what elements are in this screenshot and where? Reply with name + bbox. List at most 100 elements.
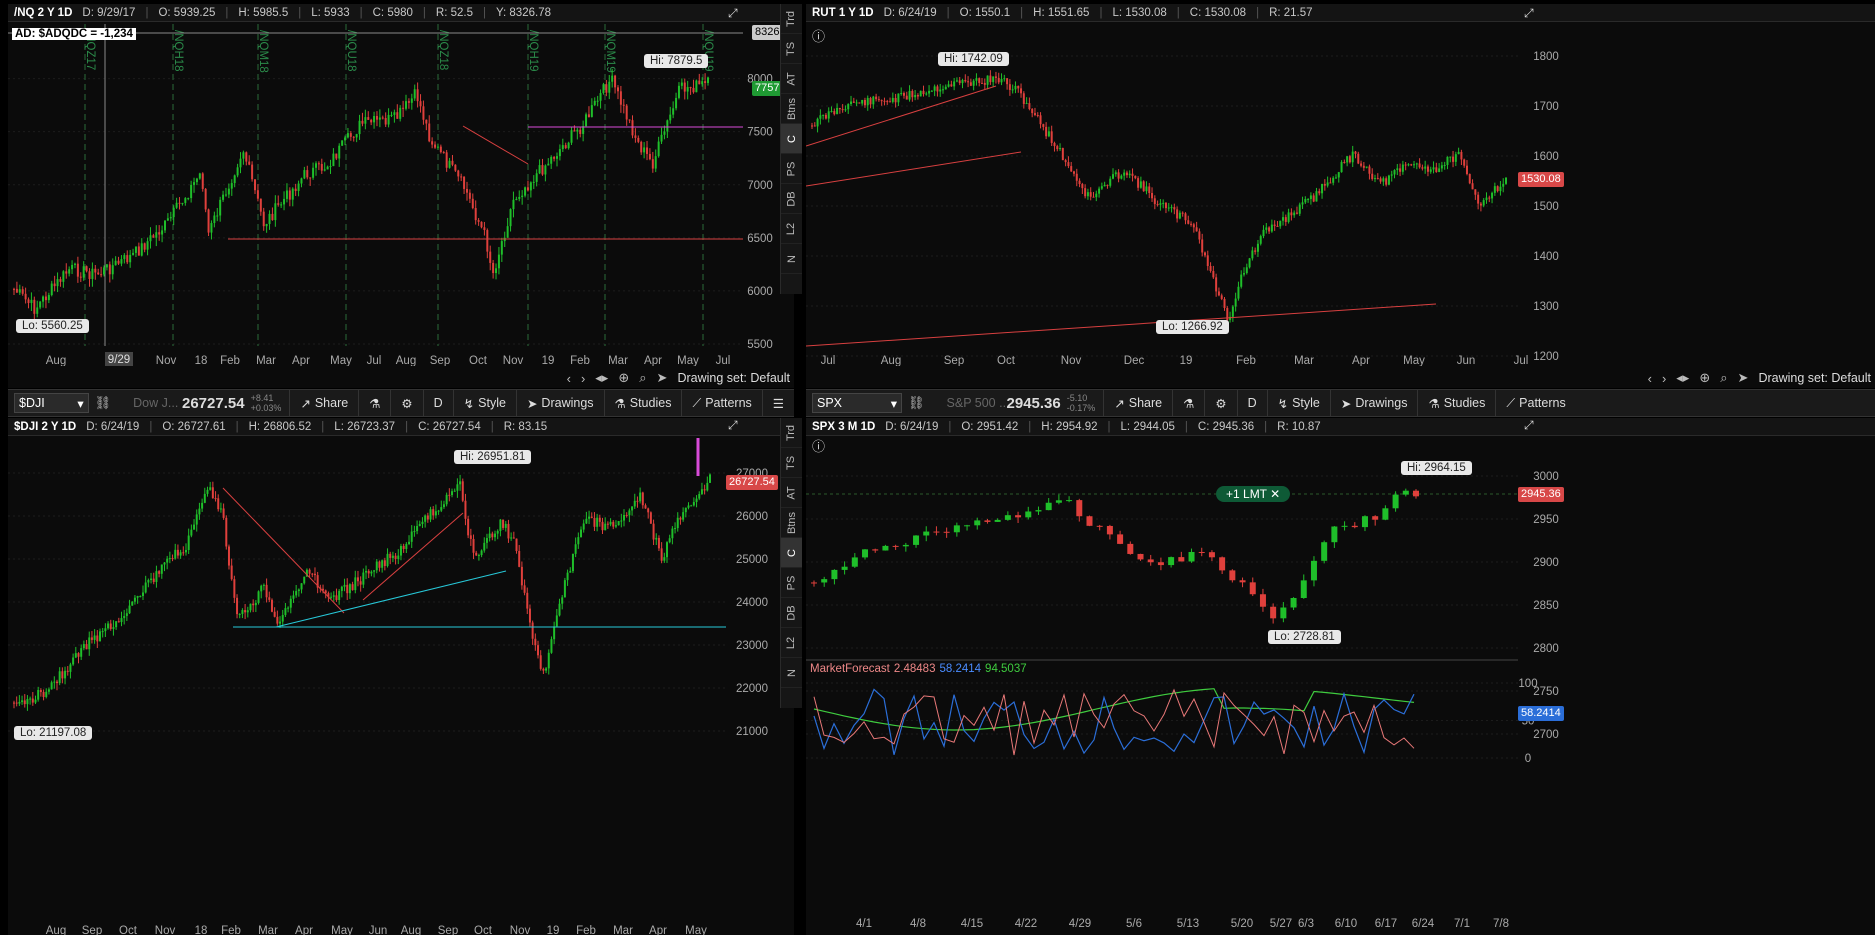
candle bbox=[641, 492, 644, 506]
crosshair-icon[interactable]: ⊕ bbox=[618, 370, 629, 386]
candle bbox=[31, 698, 34, 703]
pointer-icon[interactable]: ➤ bbox=[1738, 370, 1749, 386]
side-tab-ps[interactable]: PS bbox=[781, 154, 802, 184]
link-icon[interactable]: ⛓ bbox=[95, 395, 112, 411]
candle bbox=[1028, 103, 1031, 110]
candle bbox=[174, 549, 177, 559]
chevron-down-icon[interactable]: ▾ bbox=[891, 396, 897, 411]
side-tab-db[interactable]: DB bbox=[781, 598, 802, 628]
candle bbox=[354, 577, 357, 591]
candle bbox=[1415, 163, 1418, 165]
dji-flask-button[interactable]: ⚗ bbox=[358, 390, 390, 416]
candle bbox=[682, 512, 685, 520]
dji-patterns-button[interactable]: ⟋ Patterns bbox=[681, 390, 761, 416]
candle bbox=[606, 523, 609, 525]
candle bbox=[866, 98, 869, 106]
dji-symbol-input[interactable]: $DJI ▾ bbox=[14, 393, 89, 413]
dji-style-button[interactable]: ↯ Style bbox=[452, 390, 516, 416]
spx-price-chart[interactable]: 305030002950290028502800275027001005004/… bbox=[806, 438, 1875, 935]
side-tab-ts[interactable]: TS bbox=[781, 34, 802, 64]
dji-drawings-button[interactable]: ➤ Drawings bbox=[515, 390, 604, 416]
chevron-down-icon[interactable]: ▾ bbox=[77, 396, 83, 411]
spx-expand-icon[interactable]: ⤢ bbox=[1524, 418, 1534, 433]
candle bbox=[141, 592, 144, 597]
dji-expand-icon[interactable]: ⤢ bbox=[728, 418, 738, 433]
candle bbox=[137, 246, 140, 256]
nq-expand-icon[interactable]: ⤢ bbox=[728, 6, 738, 21]
zoom-icon[interactable]: ⌕ bbox=[1720, 370, 1727, 386]
candle bbox=[472, 538, 475, 553]
candle bbox=[1293, 212, 1296, 216]
y-tick-label: 2850 bbox=[1533, 600, 1559, 612]
candle bbox=[547, 163, 550, 166]
spx-drawings-button[interactable]: ➤ Drawings bbox=[1329, 390, 1418, 416]
candle bbox=[442, 504, 445, 508]
side-tab-at[interactable]: AT bbox=[781, 478, 802, 508]
spx-flask-button[interactable]: ⚗ bbox=[1172, 390, 1204, 416]
dji-price-chart[interactable]: 27000260002500024000230002200021000Aug Se… bbox=[8, 438, 778, 935]
spx-symbol-input[interactable]: SPX ▾ bbox=[812, 393, 902, 413]
candle bbox=[332, 153, 335, 167]
side-tab-trd[interactable]: Trd bbox=[781, 4, 802, 34]
candle bbox=[133, 597, 136, 602]
pointer-icon[interactable]: ➤ bbox=[657, 370, 668, 386]
zoom-icon[interactable]: ⌕ bbox=[639, 370, 646, 386]
spx-header: SPX 3 M 1D D: 6/24/19 | O: 2951.42 | H: 29… bbox=[806, 418, 1875, 436]
side-tab-ps[interactable]: PS bbox=[781, 568, 802, 598]
scroll-left-icon[interactable]: ‹ bbox=[1648, 371, 1652, 386]
side-tab-n[interactable]: N bbox=[781, 244, 802, 274]
side-tab-n[interactable]: N bbox=[781, 658, 802, 688]
candle bbox=[1117, 534, 1124, 544]
dji-share-button[interactable]: ↗ Share bbox=[289, 390, 358, 416]
spx-order-lmt[interactable]: +1 LMT ✕ bbox=[1216, 486, 1291, 502]
rut-drawing-set[interactable]: Drawing set: Default bbox=[1758, 371, 1871, 385]
pan-icon[interactable]: ◂▸ bbox=[595, 370, 608, 386]
candle bbox=[42, 692, 45, 697]
dji-menu-button[interactable]: ☰ bbox=[761, 390, 794, 416]
candle bbox=[287, 607, 290, 609]
side-tab-ts[interactable]: TS bbox=[781, 448, 802, 478]
scroll-right-icon[interactable]: › bbox=[581, 371, 585, 386]
scroll-left-icon[interactable]: ‹ bbox=[567, 371, 571, 386]
spx-settings-button[interactable]: ⚙ bbox=[1204, 390, 1236, 416]
pan-icon[interactable]: ◂▸ bbox=[1676, 370, 1689, 386]
spx-style-button[interactable]: ↯ Style bbox=[1266, 390, 1330, 416]
candle bbox=[445, 152, 448, 168]
candle bbox=[469, 535, 472, 539]
side-tab-db[interactable]: DB bbox=[781, 184, 802, 214]
nq-drawing-set[interactable]: Drawing set: Default bbox=[677, 371, 790, 385]
side-tab-l2[interactable]: L2 bbox=[781, 628, 802, 658]
side-tab-btns[interactable]: Btns bbox=[781, 508, 802, 538]
nq-ad-label: AD: $ADQDC = -1,234 bbox=[12, 28, 136, 40]
link-icon[interactable]: ⛓ bbox=[908, 395, 925, 411]
candle bbox=[596, 517, 599, 527]
dji-settings-button[interactable]: ⚙ bbox=[390, 390, 422, 416]
candle bbox=[1387, 175, 1390, 185]
spx-patterns-button[interactable]: ⟋ Patterns bbox=[1495, 390, 1575, 416]
rut-price-chart[interactable]: 1800 1700 1600 1500 1400 1300 1200 Jul Aug Sep Oct… bbox=[806, 24, 1875, 366]
side-tab-trd[interactable]: Trd bbox=[781, 418, 802, 448]
side-tab-c[interactable]: C bbox=[781, 538, 802, 568]
spx-studies-button[interactable]: ⚗ Studies bbox=[1417, 390, 1495, 416]
crosshair-icon[interactable]: ⊕ bbox=[1699, 370, 1710, 386]
scroll-right-icon[interactable]: › bbox=[1662, 371, 1666, 386]
candle bbox=[169, 217, 172, 219]
spx-share-button[interactable]: ↗ Share bbox=[1103, 390, 1172, 416]
nq-price-chart[interactable]: /NQZ17/NQH18/NQM18/NQU18/NQZ18/NQH19/NQM… bbox=[8, 24, 778, 366]
dji-studies-button[interactable]: ⚗ Studies bbox=[603, 390, 682, 416]
candle bbox=[144, 582, 147, 593]
side-tab-l2[interactable]: L2 bbox=[781, 214, 802, 244]
close-icon[interactable]: ✕ bbox=[1270, 487, 1280, 501]
x-tick-label: Jul bbox=[1514, 355, 1529, 366]
candle bbox=[393, 112, 396, 115]
side-tab-at[interactable]: AT bbox=[781, 64, 802, 94]
candle bbox=[1190, 223, 1193, 225]
rut-expand-icon[interactable]: ⤢ bbox=[1524, 6, 1534, 21]
spx-period-button[interactable]: D bbox=[1236, 390, 1267, 416]
rollover-label: /NQH19 bbox=[527, 30, 539, 72]
side-tab-c[interactable]: C bbox=[781, 124, 802, 154]
dji-period-button[interactable]: D bbox=[422, 390, 453, 416]
spx-date: D: 6/24/19 bbox=[885, 420, 939, 433]
candle bbox=[585, 518, 588, 524]
side-tab-btns[interactable]: Btns bbox=[781, 94, 802, 124]
